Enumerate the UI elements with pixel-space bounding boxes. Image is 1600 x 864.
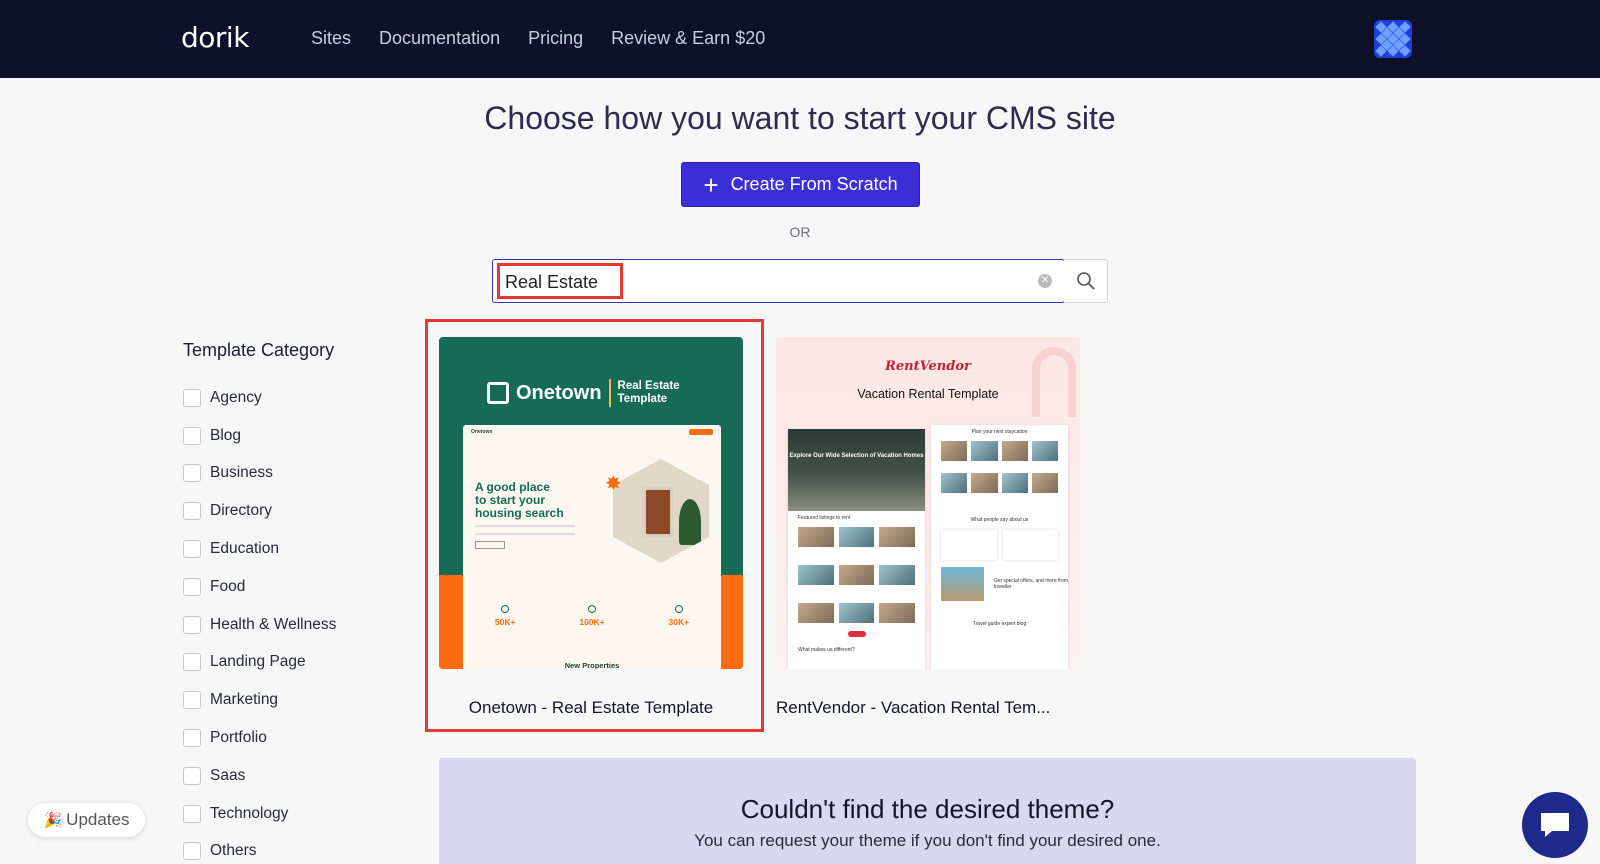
nav-link-sites[interactable]: Sites bbox=[311, 28, 351, 49]
banner-title: Couldn't find the desired theme? bbox=[740, 794, 1115, 824]
category-health-wellness[interactable]: Health & Wellness bbox=[183, 606, 336, 644]
chat-button[interactable] bbox=[1522, 792, 1588, 858]
category-label: Agency bbox=[210, 388, 262, 406]
template-thumbnail[interactable]: RentVendor Vacation Rental Template Expl… bbox=[776, 337, 1080, 669]
nav-link-documentation[interactable]: Documentation bbox=[379, 28, 500, 49]
updates-button[interactable]: 🎉 Updates bbox=[28, 803, 145, 837]
category-label: Directory bbox=[210, 502, 273, 520]
category-education[interactable]: Education bbox=[183, 530, 336, 568]
checkbox[interactable] bbox=[183, 464, 201, 483]
template-card-rentvendor[interactable]: RentVendor Vacation Rental Template Expl… bbox=[776, 337, 1080, 718]
checkbox[interactable] bbox=[183, 388, 201, 407]
category-label: Technology bbox=[210, 804, 289, 822]
rentvendor-home-preview: Explore Our Wide Selection of Vacation H… bbox=[788, 429, 925, 669]
checkbox[interactable] bbox=[183, 426, 201, 445]
template-thumbnail[interactable]: Onetown Real Estate Template Onetown A go… bbox=[439, 337, 743, 669]
or-divider: OR bbox=[789, 224, 811, 240]
onetown-brand: Onetown Real Estate Template bbox=[487, 379, 680, 407]
checkbox[interactable] bbox=[183, 729, 201, 748]
checkbox[interactable] bbox=[183, 577, 201, 596]
checkbox[interactable] bbox=[183, 653, 201, 672]
category-technology[interactable]: Technology bbox=[183, 795, 336, 833]
rentvendor-listing-preview: Plan your next staycation What people sa… bbox=[931, 425, 1068, 669]
category-label: Portfolio bbox=[210, 729, 267, 747]
create-from-scratch-button[interactable]: + Create From Scratch bbox=[681, 162, 920, 207]
category-label: Education bbox=[210, 540, 279, 558]
user-avatar[interactable] bbox=[1374, 20, 1412, 58]
category-marketing[interactable]: Marketing bbox=[183, 681, 336, 719]
category-others[interactable]: Others bbox=[183, 833, 336, 864]
category-portfolio[interactable]: Portfolio bbox=[183, 719, 336, 757]
search-icon bbox=[1076, 272, 1095, 290]
checkbox[interactable] bbox=[183, 842, 201, 861]
category-label: Marketing bbox=[210, 691, 279, 709]
nav-link-pricing[interactable]: Pricing bbox=[528, 28, 583, 49]
checkbox[interactable] bbox=[183, 691, 201, 710]
nav-links: Sites Documentation Pricing Review & Ear… bbox=[311, 28, 765, 49]
house-icon bbox=[487, 382, 509, 404]
checkbox[interactable] bbox=[183, 502, 201, 521]
category-label: Health & Wellness bbox=[210, 615, 337, 633]
category-label: Others bbox=[210, 842, 257, 860]
template-category-title: Template Category bbox=[183, 340, 335, 360]
onetown-page-preview: Onetown A good place to start your housing… bbox=[463, 425, 721, 669]
category-label: Saas bbox=[210, 766, 246, 784]
checkbox[interactable] bbox=[183, 804, 201, 823]
top-nav: dorik Sites Documentation Pricing Review… bbox=[0, 0, 1600, 78]
category-label: Blog bbox=[210, 426, 242, 444]
checkbox[interactable] bbox=[183, 540, 201, 559]
category-list: Agency Blog Business Directory Education… bbox=[183, 379, 336, 864]
dorik-logo[interactable]: dorik bbox=[181, 21, 249, 54]
page-title: Choose how you want to start your CMS si… bbox=[484, 100, 1116, 136]
house-photo bbox=[613, 459, 709, 563]
clear-icon[interactable]: ✕ bbox=[1038, 274, 1052, 288]
category-label: Business bbox=[210, 464, 273, 482]
updates-label: Updates bbox=[66, 810, 130, 829]
category-blog[interactable]: Blog bbox=[183, 417, 336, 455]
rentvendor-logo: RentVendor bbox=[885, 359, 971, 374]
template-card-onetown[interactable]: Onetown Real Estate Template Onetown A go… bbox=[439, 337, 743, 718]
template-search-input[interactable] bbox=[505, 268, 1025, 296]
chat-icon bbox=[1541, 813, 1569, 837]
plus-icon: + bbox=[703, 169, 719, 200]
banner-subtitle: You can request your theme if you don't … bbox=[694, 831, 1161, 850]
template-title[interactable]: Onetown - Real Estate Template bbox=[439, 698, 743, 718]
star-icon: ✸ bbox=[605, 473, 622, 495]
category-food[interactable]: Food bbox=[183, 568, 336, 606]
category-landing-page[interactable]: Landing Page bbox=[183, 644, 336, 682]
party-popper-icon: 🎉 bbox=[43, 812, 63, 829]
checkbox[interactable] bbox=[183, 766, 201, 785]
category-directory[interactable]: Directory bbox=[183, 492, 336, 530]
search-button[interactable] bbox=[1064, 259, 1108, 303]
template-search-box: ✕ bbox=[492, 259, 1065, 303]
category-label: Landing Page bbox=[210, 653, 306, 671]
create-from-scratch-label: Create From Scratch bbox=[730, 174, 898, 194]
category-saas[interactable]: Saas bbox=[183, 757, 336, 795]
template-title[interactable]: RentVendor - Vacation Rental Tem... bbox=[776, 698, 1080, 718]
checkbox[interactable] bbox=[183, 615, 201, 634]
category-label: Food bbox=[210, 577, 246, 595]
category-business[interactable]: Business bbox=[183, 455, 336, 493]
nav-link-review-earn[interactable]: Review & Earn $20 bbox=[611, 28, 765, 49]
request-theme-banner: Couldn't find the desired theme? You can… bbox=[439, 758, 1416, 864]
category-agency[interactable]: Agency bbox=[183, 379, 336, 417]
